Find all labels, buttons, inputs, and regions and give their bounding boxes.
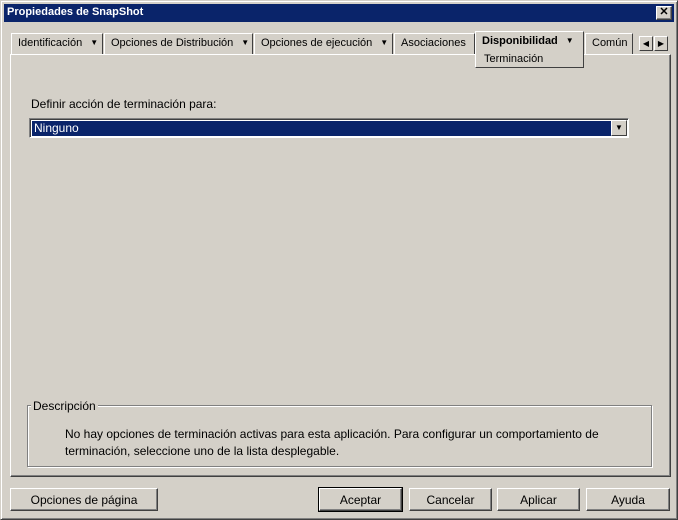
- tab-scroll-right-button[interactable]: ▶: [654, 36, 668, 51]
- subtab-terminacion[interactable]: Terminación: [484, 53, 543, 65]
- tab-opciones-ejecucion[interactable]: Opciones de ejecución ▼: [254, 33, 393, 54]
- tab-label: Disponibilidad: [482, 35, 558, 47]
- window-title: Propiedades de SnapShot: [7, 6, 144, 18]
- tab-identificacion[interactable]: Identificación ▼: [11, 33, 103, 54]
- chevron-down-icon[interactable]: ▼: [380, 38, 388, 47]
- tab-scroll-left-button[interactable]: ◀: [639, 36, 653, 51]
- arrow-left-icon: ◀: [642, 39, 650, 48]
- tab-comun[interactable]: Común: [585, 33, 633, 54]
- accept-button[interactable]: Aceptar: [318, 487, 403, 512]
- apply-button[interactable]: Aplicar: [497, 488, 580, 511]
- title-bar[interactable]: Propiedades de SnapShot ✕: [4, 4, 674, 22]
- subtab-strip: Terminación: [475, 53, 584, 68]
- arrow-right-icon: ▶: [657, 39, 665, 48]
- chevron-down-icon[interactable]: ▼: [90, 38, 98, 47]
- tab-label: Común: [592, 37, 628, 49]
- tab-label: Asociaciones: [401, 37, 466, 49]
- chevron-down-icon[interactable]: ▼: [566, 36, 574, 45]
- page-options-button[interactable]: Opciones de página: [10, 488, 158, 511]
- tab-label: Identificación: [18, 37, 83, 49]
- help-button[interactable]: Ayuda: [586, 488, 670, 511]
- description-title: Descripción: [31, 399, 98, 413]
- properties-dialog: Propiedades de SnapShot ✕ Identificación…: [0, 0, 678, 520]
- chevron-down-icon[interactable]: ▼: [241, 38, 249, 47]
- tab-opciones-distribucion[interactable]: Opciones de Distribución ▼: [104, 33, 253, 54]
- close-icon: ✕: [659, 6, 669, 18]
- tab-label: Opciones de ejecución: [261, 37, 373, 49]
- tab-label: Opciones de Distribución: [111, 37, 234, 49]
- tab-asociaciones[interactable]: Asociaciones: [394, 33, 475, 54]
- close-button[interactable]: ✕: [656, 6, 672, 20]
- tab-content-panel: [10, 54, 671, 477]
- cancel-button[interactable]: Cancelar: [409, 488, 492, 511]
